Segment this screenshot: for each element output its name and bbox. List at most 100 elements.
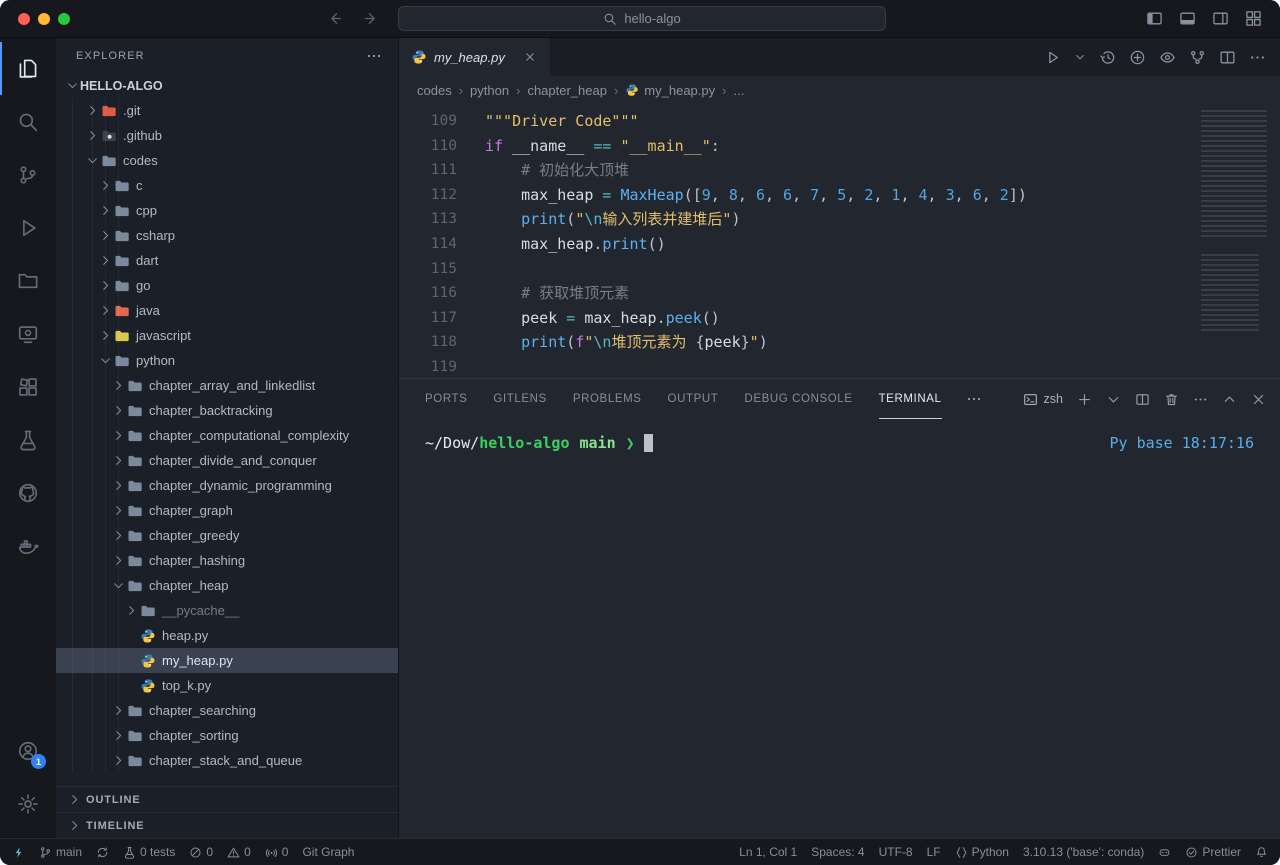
customize-layout-button[interactable] [1245,10,1262,27]
tree-item-pycache[interactable]: __pycache__ [56,598,398,623]
breadcrumb-item[interactable]: ... [733,83,744,98]
tree-item-go[interactable]: go [56,273,398,298]
code-line-110[interactable]: 110if __name__ == "__main__": [399,134,1280,159]
tree-item-chapter-heap[interactable]: chapter_heap [56,573,398,598]
tree-item-chapter-graph[interactable]: chapter_graph [56,498,398,523]
toggle-panel-button[interactable] [1179,10,1196,27]
minimize-window-button[interactable] [38,13,50,25]
terminal[interactable]: ~/Dow/ hello-algo main ❯ Py base 18:17:1… [399,419,1280,838]
status-notifications[interactable] [1255,846,1268,859]
tree-item-csharp[interactable]: csharp [56,223,398,248]
command-center[interactable]: hello-algo [398,6,886,31]
activity-search[interactable] [0,95,56,148]
status-forwarded-ports[interactable]: 0 [265,845,289,859]
status-branch[interactable]: main [39,845,82,859]
tree-item-heap-py[interactable]: heap.py [56,623,398,648]
status-sync-changes[interactable] [96,846,109,859]
panel-tab-gitlens[interactable]: GITLENS [493,379,546,419]
activity-github[interactable] [0,466,56,519]
tree-item-java[interactable]: java [56,298,398,323]
close-tab-button[interactable] [524,51,536,63]
split-editor-button[interactable] [1219,49,1236,66]
status-end-of-line[interactable]: LF [927,845,941,859]
breadcrumb-my-heap-py[interactable]: my_heap.py [625,83,715,98]
tree-item-chapter-computational-complexity[interactable]: chapter_computational_complexity [56,423,398,448]
activity-testing[interactable] [0,413,56,466]
panel-tab-problems[interactable]: PROBLEMS [573,379,642,419]
tree-item-python[interactable]: python [56,348,398,373]
toggle-secondary-sidebar-button[interactable] [1212,10,1229,27]
tree-item-chapter-sorting[interactable]: chapter_sorting [56,723,398,748]
code-line-119[interactable]: 119 [399,355,1280,378]
code-line-112[interactable]: 112 max_heap = MaxHeap([9, 8, 6, 6, 7, 5… [399,183,1280,208]
tree-item-chapter-backtracking[interactable]: chapter_backtracking [56,398,398,423]
file-history-button[interactable] [1099,49,1116,66]
code-editor[interactable]: 109"""Driver Code"""110if __name__ == "_… [399,104,1280,378]
tab-my-heap-py[interactable]: my_heap.py [399,38,551,76]
activity-source-control[interactable] [0,148,56,201]
activity-remote-explorer[interactable] [0,307,56,360]
status-test-results[interactable]: 0 tests [123,845,175,859]
activity-settings[interactable] [0,777,56,830]
status-git-graph[interactable]: Git Graph [302,845,354,859]
panel-tab-debug-console[interactable]: DEBUG CONSOLE [744,379,852,419]
minimap[interactable] [1201,110,1275,340]
tree-item-chapter-divide-and-conquer[interactable]: chapter_divide_and_conquer [56,448,398,473]
shell-selector-button[interactable]: zsh [1023,392,1063,407]
tree-item-my-heap-py[interactable]: my_heap.py [56,648,398,673]
activity-project-manager[interactable] [0,254,56,307]
status-language-mode[interactable]: Python [955,845,1009,859]
code-line-114[interactable]: 114 max_heap.print() [399,232,1280,257]
toggle-primary-sidebar-button[interactable] [1146,10,1163,27]
section-outline[interactable]: OUTLINE [56,786,398,812]
tree-item-github[interactable]: .github [56,123,398,148]
tree-item-javascript[interactable]: javascript [56,323,398,348]
tree-item-chapter-greedy[interactable]: chapter_greedy [56,523,398,548]
gitlens-blame-button[interactable] [1159,49,1176,66]
code-line-115[interactable]: 115 [399,257,1280,282]
tree-item-top-k-py[interactable]: top_k.py [56,673,398,698]
status-encoding[interactable]: UTF-8 [879,845,913,859]
chevron-right-icon[interactable] [123,598,139,623]
status-warnings[interactable]: 0 [227,845,251,859]
split-terminal-button[interactable] [1135,392,1150,407]
status-indentation[interactable]: Spaces: 4 [811,845,864,859]
tree-item-c[interactable]: c [56,173,398,198]
tree-item-dart[interactable]: dart [56,248,398,273]
launch-profile-dropdown-button[interactable] [1106,392,1121,407]
tree-item-chapter-array-and-linkedlist[interactable]: chapter_array_and_linkedlist [56,373,398,398]
status-copilot[interactable] [1158,846,1171,859]
activity-explorer[interactable] [0,42,56,95]
kill-terminal-button[interactable] [1164,392,1179,407]
run-dropdown-button[interactable] [1074,51,1086,63]
maximize-panel-button[interactable] [1222,392,1237,407]
tree-item-chapter-hashing[interactable]: chapter_hashing [56,548,398,573]
activity-extensions[interactable] [0,360,56,413]
activity-accounts[interactable]: 1 [0,724,56,777]
close-panel-button[interactable] [1251,392,1266,407]
status-python-interpreter[interactable]: 3.10.13 ('base': conda) [1023,845,1144,859]
gitlens-graph-button[interactable] [1189,49,1206,66]
code-line-116[interactable]: 116 # 获取堆顶元素 [399,281,1280,306]
activity-docker[interactable] [0,519,56,572]
open-changes-button[interactable] [1129,49,1146,66]
new-terminal-button[interactable] [1077,392,1092,407]
breadcrumb-chapter-heap[interactable]: chapter_heap [527,83,607,98]
breadcrumb-python[interactable]: python [470,83,509,98]
panel-tab-terminal[interactable]: TERMINAL [879,379,942,419]
tree-item-chapter-searching[interactable]: chapter_searching [56,698,398,723]
tree-item-chapter-dynamic-programming[interactable]: chapter_dynamic_programming [56,473,398,498]
breadcrumb-codes[interactable]: codes [417,83,452,98]
code-line-113[interactable]: 113 print("\n输入列表并建堆后") [399,207,1280,232]
additional-panel-tabs-button[interactable] [966,391,982,407]
code-line-117[interactable]: 117 peek = max_heap.peek() [399,306,1280,331]
navigate-back-button[interactable] [326,10,343,27]
zoom-window-button[interactable] [58,13,70,25]
run-python-file-button[interactable] [1044,49,1061,66]
code-line-109[interactable]: 109"""Driver Code""" [399,109,1280,134]
tree-item-codes[interactable]: codes [56,148,398,173]
navigate-forward-button[interactable] [363,10,380,27]
status-prettier[interactable]: Prettier [1185,845,1241,859]
panel-tab-ports[interactable]: PORTS [425,379,467,419]
tree-item-git[interactable]: .git [56,98,398,123]
